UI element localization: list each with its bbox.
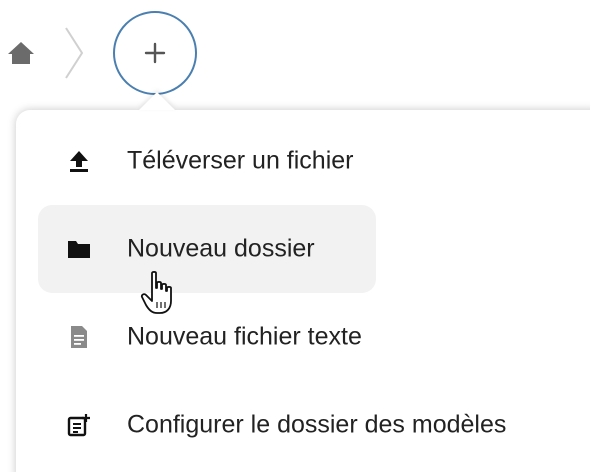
menu-item-configure-templates-folder[interactable]: Configurer le dossier des modèles <box>38 381 590 469</box>
folder-icon <box>66 236 92 262</box>
text-file-icon <box>66 324 92 350</box>
menu-arrow <box>139 92 175 110</box>
breadcrumb-separator-icon <box>65 27 84 79</box>
menu-item-label: Nouveau fichier texte <box>127 322 362 351</box>
new-menu-popover: Téléverser un fichier Nouveau dossier No… <box>16 110 590 472</box>
upload-icon <box>66 148 92 174</box>
template-icon <box>66 412 92 438</box>
breadcrumb <box>0 0 590 110</box>
menu-item-label: Configurer le dossier des modèles <box>127 410 507 439</box>
home-button[interactable] <box>4 36 38 70</box>
menu-item-label: Nouveau dossier <box>127 234 315 263</box>
plus-icon <box>144 42 166 64</box>
home-icon <box>8 42 34 64</box>
menu-item-new-folder[interactable]: Nouveau dossier <box>38 205 376 293</box>
menu-item-upload-file[interactable]: Téléverser un fichier <box>38 117 376 205</box>
files-app-view: Téléverser un fichier Nouveau dossier No… <box>0 0 590 472</box>
new-button[interactable] <box>113 11 197 95</box>
menu-item-new-text-file[interactable]: Nouveau fichier texte <box>38 293 376 381</box>
menu-item-label: Téléverser un fichier <box>127 146 354 175</box>
